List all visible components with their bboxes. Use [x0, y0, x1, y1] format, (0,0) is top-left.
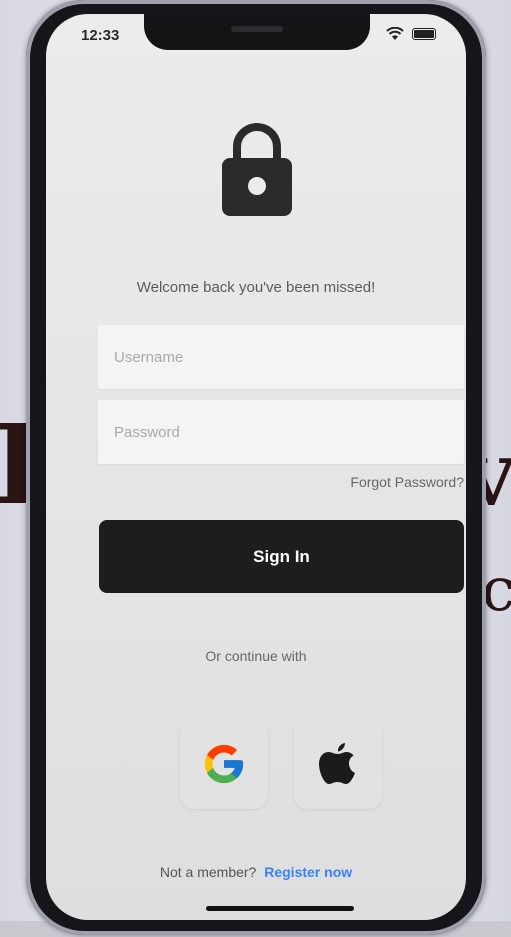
- wifi-icon: [386, 27, 404, 40]
- home-indicator: [206, 906, 354, 911]
- apple-icon: [319, 743, 355, 784]
- status-time: 12:33: [81, 27, 120, 44]
- not-member-text: Not a member?: [159, 864, 257, 880]
- register-prompt: Not a member? Register now: [46, 864, 466, 880]
- speaker: [231, 26, 283, 32]
- sign-in-button[interactable]: Sign In: [99, 520, 464, 593]
- username-input[interactable]: [112, 347, 450, 367]
- password-input[interactable]: [112, 422, 450, 442]
- status-icons: [386, 27, 436, 41]
- or-continue-with: Or continue with: [205, 648, 307, 664]
- forgot-password-row: Forgot Password?: [46, 474, 466, 490]
- password-field[interactable]: [98, 400, 464, 464]
- google-icon: [204, 744, 244, 784]
- phone-frame: 12:33 Welcome back you've been missed! F…: [26, 0, 486, 935]
- login-screen: 12:33 Welcome back you've been missed! F…: [46, 14, 466, 920]
- welcome-message: Welcome back you've been missed!: [136, 279, 376, 296]
- forgot-password-link[interactable]: Forgot Password?: [350, 474, 464, 490]
- lock-icon: [222, 123, 292, 216]
- sign-in-label: Sign In: [253, 546, 310, 566]
- google-sign-in-button[interactable]: [180, 719, 268, 809]
- battery-icon: [412, 28, 436, 40]
- username-field[interactable]: [98, 325, 464, 389]
- apple-sign-in-button[interactable]: [294, 719, 382, 809]
- register-now-link[interactable]: Register now: [264, 864, 352, 880]
- notch: [144, 14, 370, 50]
